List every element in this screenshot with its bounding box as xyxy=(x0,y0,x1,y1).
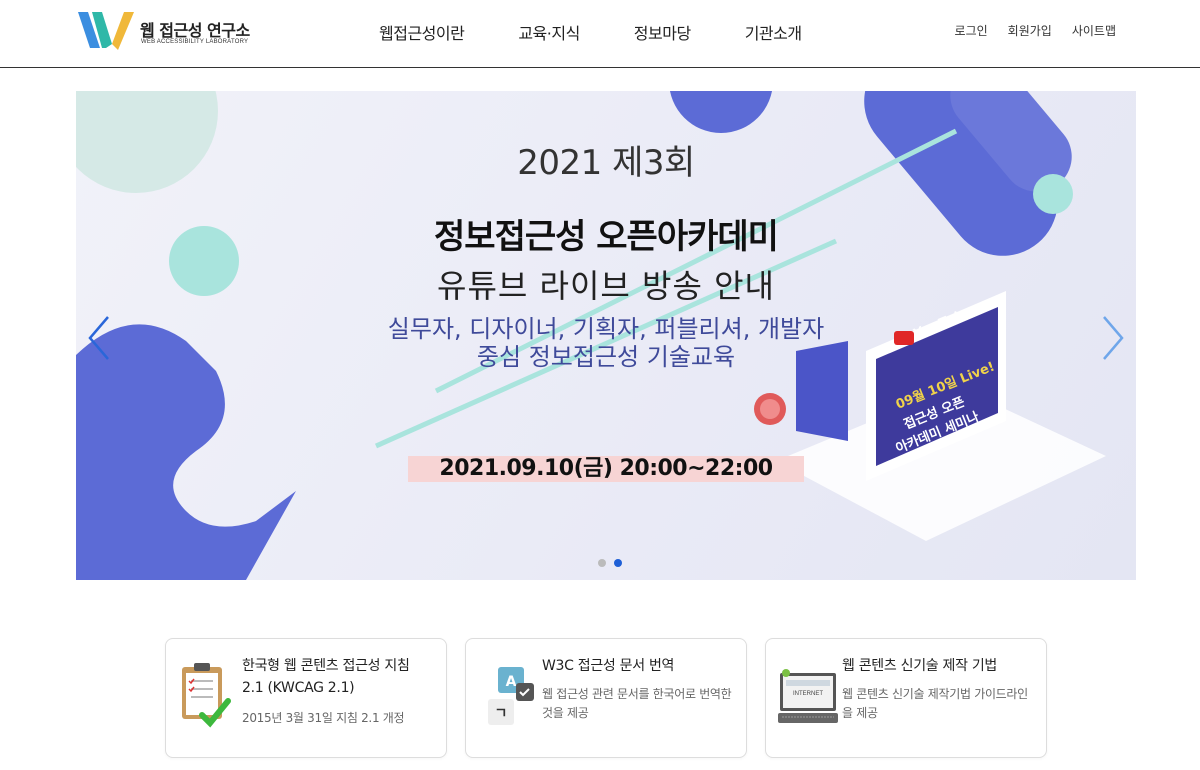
site-header: 웹 접근성 연구소 WEB ACCESSIBILITY LABORATORY 웹… xyxy=(0,0,1200,68)
logo-w-icon xyxy=(78,12,134,50)
nav-item-web-accessibility[interactable]: 웹접근성이란 xyxy=(379,20,465,44)
chevron-right-icon xyxy=(1103,316,1124,360)
computer-icon: INTERNET xyxy=(778,669,838,723)
login-link[interactable]: 로그인 xyxy=(955,22,988,39)
card-title: W3C 접근성 문서 번역 xyxy=(542,658,675,674)
banner-date: 2021.09.10(금) 20:00~22:00 xyxy=(408,456,804,482)
svg-text:ㄱ: ㄱ xyxy=(495,706,508,722)
banner-prev-button[interactable] xyxy=(84,313,114,363)
banner-pagination xyxy=(594,559,626,567)
site-logo[interactable]: 웹 접근성 연구소 WEB ACCESSIBILITY LABORATORY xyxy=(76,8,266,54)
nav-item-info[interactable]: 정보마당 xyxy=(634,20,691,44)
card-description: 2015년 3월 31일 지침 2.1 개정 xyxy=(242,711,405,725)
svg-text:INTERNET: INTERNET xyxy=(793,691,823,697)
card-description: 웹 콘텐츠 신기술 제작기법 가이드라인을 제공 xyxy=(842,687,1028,720)
quick-cards: 한국형 웹 콘텐츠 접근성 지침 2.1 (KWCAG 2.1) 2015년 3… xyxy=(165,638,1065,758)
nav-item-education[interactable]: 교육·지식 xyxy=(518,20,580,44)
card-title: 웹 콘텐츠 신기술 제작 기법 xyxy=(842,658,997,674)
banner-title-2: 유튜브 라이브 방송 안내 xyxy=(437,267,775,305)
card-description: 웹 접근성 관련 문서를 한국어로 번역한 것을 제공 xyxy=(542,687,732,720)
logo-title: 웹 접근성 연구소 xyxy=(140,21,250,40)
main-banner[interactable]: YouTube 09월 10일 Live! 접근성 오픈 아카데미 세미나 20… xyxy=(76,91,1136,580)
signup-link[interactable]: 회원가입 xyxy=(1008,22,1052,39)
card-new-tech[interactable]: INTERNET 웹 콘텐츠 신기술 제작 기법 웹 콘텐츠 신기술 제작기법 … xyxy=(765,638,1047,758)
banner-dot-1[interactable] xyxy=(598,559,606,567)
chevron-left-icon xyxy=(88,316,109,360)
card-kwcag[interactable]: 한국형 웹 콘텐츠 접근성 지침 2.1 (KWCAG 2.1) 2015년 3… xyxy=(165,638,447,758)
nav-item-about[interactable]: 기관소개 xyxy=(745,20,802,44)
banner-title: 정보접근성 오픈아카데미 xyxy=(434,217,779,257)
svg-text:A: A xyxy=(506,674,517,690)
main-nav: 웹접근성이란 교육·지식 정보마당 기관소개 xyxy=(352,20,829,44)
banner-year: 2021 제3회 xyxy=(517,143,695,183)
util-links: 로그인 회원가입 사이트맵 xyxy=(935,22,1116,39)
card-w3c-translation[interactable]: A ㄱ W3C 접근성 문서 번역 웹 접근성 관련 문서를 한국어로 번역한 … xyxy=(465,638,747,758)
banner-dot-2[interactable] xyxy=(614,559,622,567)
translate-icon: A ㄱ xyxy=(488,667,534,725)
checklist-icon xyxy=(182,663,231,728)
banner-subtitle-2: 중심 정보접근성 기술교육 xyxy=(476,343,736,371)
logo-subtitle: WEB ACCESSIBILITY LABORATORY xyxy=(141,39,249,45)
sitemap-link[interactable]: 사이트맵 xyxy=(1072,22,1116,39)
card-title: 한국형 웹 콘텐츠 접근성 지침 2.1 (KWCAG 2.1) xyxy=(242,658,410,696)
banner-next-button[interactable] xyxy=(1098,313,1128,363)
